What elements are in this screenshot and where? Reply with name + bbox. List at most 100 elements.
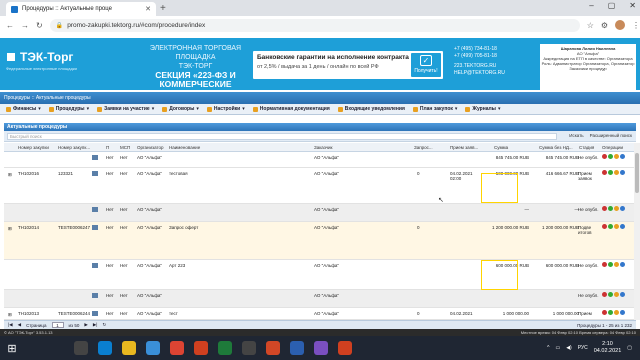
site-link[interactable]: 223.TEKTORG.RU	[454, 63, 505, 70]
site-logo[interactable]: ТЭК-Торг	[5, 50, 73, 64]
toolbar-applications[interactable]: Заявки на участие ▾	[97, 106, 154, 112]
star-icon[interactable]: ☆	[587, 21, 594, 30]
advanced-search-button[interactable]: Расширенный поиск	[590, 133, 632, 138]
toolbar-notifications[interactable]: Входящие уведомления	[337, 106, 405, 112]
email-link[interactable]: HELP@TEKTORG.RU	[454, 70, 505, 77]
view-icon[interactable]	[620, 154, 625, 159]
next-page-icon[interactable]: ▶	[84, 322, 87, 328]
expand-icon[interactable]: ⊞	[8, 172, 12, 178]
col-customer[interactable]: Заказчик	[314, 145, 332, 150]
edit-icon[interactable]	[608, 170, 613, 175]
expand-icon[interactable]: ⊞	[8, 312, 12, 318]
view-icon[interactable]	[620, 262, 625, 267]
tray-arrow-icon[interactable]: ^	[547, 345, 549, 351]
last-page-icon[interactable]: ▶|	[93, 322, 98, 328]
edit-icon[interactable]	[608, 262, 613, 267]
reload-icon[interactable]: ↻	[36, 21, 43, 30]
network-icon[interactable]: ▭	[555, 345, 560, 351]
copy-icon[interactable]	[614, 310, 619, 315]
app3-icon[interactable]	[314, 341, 328, 355]
excel-icon[interactable]	[218, 341, 232, 355]
copy-icon[interactable]	[614, 206, 619, 211]
toolbar-docs[interactable]: Нормативная документация	[252, 106, 330, 112]
delete-icon[interactable]	[602, 206, 607, 211]
get-guarantee-button[interactable]: ✓ Получить!	[411, 53, 441, 77]
edit-icon[interactable]	[608, 292, 613, 297]
notifications-icon[interactable]: ▢	[627, 345, 632, 351]
explorer-icon[interactable]	[122, 341, 136, 355]
toolbar-finance[interactable]: Финансы ▾	[6, 106, 41, 112]
close-tab-icon[interactable]: ✕	[145, 5, 151, 13]
col-sum-novat[interactable]: Сумма без НД...	[539, 145, 573, 150]
col-stage[interactable]: Стадия	[579, 145, 594, 150]
delete-icon[interactable]	[602, 310, 607, 315]
search-icon[interactable]	[74, 341, 88, 355]
phone-2[interactable]: +7 (499) 705-81-18	[454, 53, 505, 60]
menu-icon[interactable]: ⋮	[632, 21, 640, 30]
edit-icon[interactable]	[608, 206, 613, 211]
chrome-icon[interactable]	[170, 341, 184, 355]
copy-icon[interactable]	[614, 154, 619, 159]
copy-icon[interactable]	[614, 292, 619, 297]
delete-icon[interactable]	[602, 292, 607, 297]
guarantee-ad[interactable]: Банковские гарантии на исполнение контра…	[253, 51, 443, 79]
app4-icon[interactable]	[338, 341, 352, 355]
col-number[interactable]: Номер закупки	[18, 145, 49, 150]
copy-icon[interactable]	[614, 224, 619, 229]
language-indicator[interactable]: РУС	[578, 345, 588, 351]
col-msp[interactable]: МСП	[120, 145, 130, 150]
app-icon[interactable]	[194, 341, 208, 355]
refresh-icon[interactable]: ↻	[102, 322, 106, 328]
back-icon[interactable]: ←	[6, 21, 14, 30]
col-request[interactable]: Запрос...	[414, 145, 433, 150]
store-icon[interactable]	[146, 341, 160, 355]
copy-icon[interactable]	[614, 170, 619, 175]
powerpoint-icon[interactable]	[266, 341, 280, 355]
table-row[interactable]: ⊞ TH102014 TESTE0006247 Нет Нет АО "Альфа" Зап…	[4, 222, 636, 260]
url-field[interactable]: 🔒 promo-zakupki.tektorg.ru/#com/procedur…	[49, 18, 580, 32]
view-icon[interactable]	[620, 224, 625, 229]
page-input[interactable]: 1	[51, 322, 64, 328]
table-row[interactable]: Нет Нет АО "Альфа" АО "Альфа" — — Не опубл.	[4, 204, 636, 222]
delete-icon[interactable]	[602, 170, 607, 175]
col-sum[interactable]: Сумма	[494, 145, 508, 150]
table-row[interactable]: ⊞ TH102013 TESTE0006244 Нет Нет АО "Альфа" тес…	[4, 308, 636, 320]
table-row[interactable]: Нет Нет АО "Альфа" АО "Альфа" 845 745.00 RUB…	[4, 152, 636, 168]
view-icon[interactable]	[620, 310, 625, 315]
delete-icon[interactable]	[602, 154, 607, 159]
browser-tab[interactable]: Процедуры :: Актуальные проце ✕	[6, 2, 156, 16]
search-button[interactable]: Искать	[569, 133, 583, 138]
col-number2[interactable]: Номер закупк...	[58, 145, 90, 150]
quick-search-input[interactable]: Быстрый поиск	[7, 133, 557, 140]
expand-icon[interactable]: ⊞	[8, 226, 12, 232]
view-icon[interactable]	[620, 206, 625, 211]
profile-avatar[interactable]	[615, 20, 626, 30]
view-icon[interactable]	[620, 292, 625, 297]
volume-icon[interactable]: ◀)	[566, 345, 572, 351]
edit-icon[interactable]	[608, 154, 613, 159]
col-operations[interactable]: Операции	[602, 145, 623, 150]
word-icon[interactable]	[290, 341, 304, 355]
delete-icon[interactable]	[602, 224, 607, 229]
table-row[interactable]: Нет Нет АО "Альфа" АО "Альфа" Не опубл.	[4, 290, 636, 308]
col-p[interactable]: П	[106, 145, 109, 150]
toolbar-contracts[interactable]: Договоры ▾	[162, 106, 199, 112]
delete-icon[interactable]	[602, 262, 607, 267]
scrollbar[interactable]	[634, 143, 640, 320]
col-organizer[interactable]: Организатор	[137, 145, 164, 150]
toolbar-procedures[interactable]: Процедуры ▾	[48, 106, 89, 112]
forward-icon[interactable]: →	[21, 21, 29, 30]
toolbar-journals[interactable]: Журналы ▾	[465, 106, 500, 112]
view-icon[interactable]	[620, 170, 625, 175]
table-row[interactable]: ⊞ TH102016 123321 Нет Нет АО "Альфа" тестовая А…	[4, 168, 636, 204]
toolbar-settings[interactable]: Настройки ▾	[206, 106, 245, 112]
new-tab-icon[interactable]: +	[160, 3, 166, 14]
windows-start-icon[interactable]: ⊞	[0, 336, 24, 360]
close-window-icon[interactable]: ✕	[629, 1, 636, 10]
edit-icon[interactable]	[608, 224, 613, 229]
clock[interactable]: 2:10 04.02.2021	[594, 341, 622, 355]
edit-icon[interactable]	[608, 310, 613, 315]
prev-page-icon[interactable]: ◀	[18, 322, 21, 328]
edge-icon[interactable]	[98, 341, 112, 355]
minimize-icon[interactable]: –	[589, 1, 593, 10]
